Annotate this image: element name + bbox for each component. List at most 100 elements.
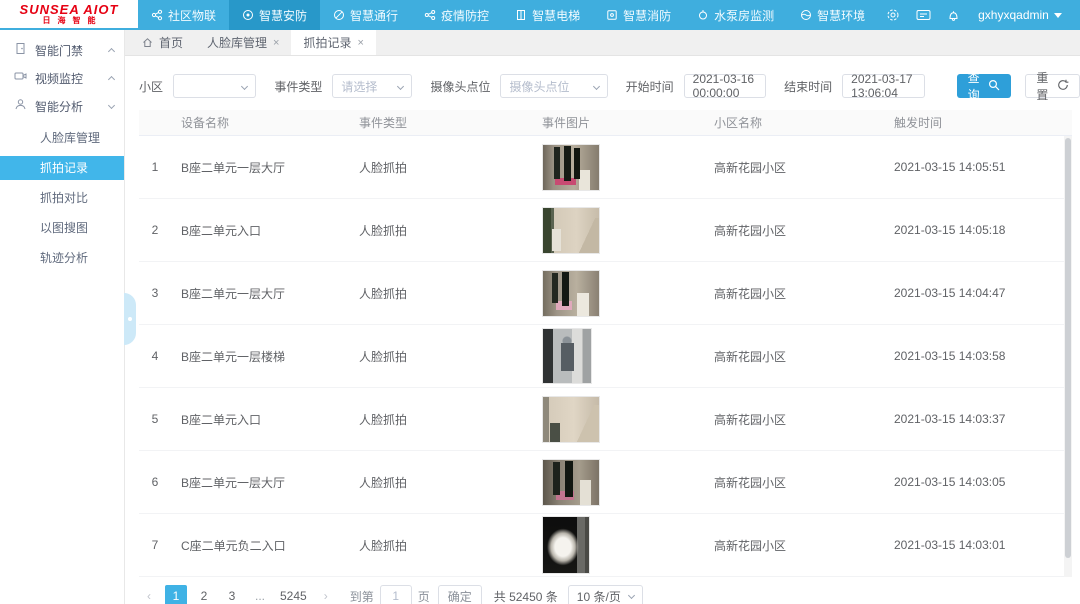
page-button-last[interactable]: 5245 [277,585,310,604]
event-type: 人脸抓拍 [349,388,532,450]
event-type-select[interactable]: 请选择 [332,74,412,98]
community-filter-label: 小区 [139,78,163,95]
content-panel: 小区 事件类型 请选择 摄像头点位 摄像头点位 开 [125,56,1080,604]
table-row[interactable]: 1 B座二单元一层大厅 人脸抓拍 高新花园小区 2021-03-15 14:05… [139,136,1072,199]
nav-item-pump-room[interactable]: 水泵房监测 [684,0,787,30]
scrollbar-thumb[interactable] [1065,138,1071,558]
community-name: 高新花园小区 [704,388,884,450]
next-page-icon[interactable]: › [316,585,336,604]
row-index: 4 [139,325,171,387]
nav-item-environment[interactable]: 智慧环境 [787,0,878,30]
nav-item-access[interactable]: 智慧通行 [320,0,411,30]
goto-page-input[interactable]: 1 [380,585,412,604]
reset-icon [1057,79,1069,94]
event-snapshot-image[interactable] [542,516,590,574]
tab-label: 人脸库管理 [207,34,267,51]
chevron-down-icon [593,83,600,90]
sidebar-item-face-library[interactable]: 人脸库管理 [0,126,124,150]
fullscreen-icon[interactable] [1072,0,1080,30]
event-snapshot-image[interactable] [542,459,600,506]
nav-item-label: 智慧安防 [259,7,307,24]
trigger-time: 2021-03-15 14:03:05 [884,451,1072,513]
event-snapshot-image[interactable] [542,270,600,317]
fire-icon [606,9,618,21]
sidebar-group-label: 智能分析 [35,98,101,115]
settings-gear-icon[interactable] [878,0,908,30]
event-snapshot-image[interactable] [542,328,592,384]
nav-item-security[interactable]: 智慧安防 [229,0,320,30]
sidebar-item-search-by-image[interactable]: 以图搜图 [0,216,124,240]
start-time-input[interactable]: 2021-03-16 00:00:00 [684,74,767,98]
sidebar-group-door-access[interactable]: 智能门禁 [0,36,124,64]
pump-icon [697,9,709,21]
event-snapshot-image[interactable] [542,207,600,254]
table-scrollbar[interactable] [1064,136,1072,577]
nav-item-community-iot[interactable]: 社区物联 [138,0,229,30]
tab-face-library[interactable]: 人脸库管理 × [195,30,291,55]
end-time-input[interactable]: 2021-03-17 13:06:04 [842,74,925,98]
sidebar-group-video-monitor[interactable]: 视频监控 [0,64,124,92]
notification-bell-icon[interactable] [938,0,968,30]
device-name: B座二单元一层大厅 [171,262,349,324]
event-type: 人脸抓拍 [349,262,532,324]
user-menu[interactable]: gxhyxqadmin [968,8,1072,22]
tab-home[interactable]: 首页 [130,30,195,55]
sidebar-group-label: 智能门禁 [35,42,101,59]
event-type: 人脸抓拍 [349,451,532,513]
page-button-1[interactable]: 1 [165,585,187,604]
community-name: 高新花园小区 [704,262,884,324]
page-button-3[interactable]: 3 [221,585,243,604]
sidebar-item-capture-records[interactable]: 抓拍记录 [0,156,124,180]
prev-page-icon[interactable]: ‹ [139,585,159,604]
chevron-down-icon [628,591,635,598]
page-button-2[interactable]: 2 [193,585,215,604]
nav-item-fire[interactable]: 智慧消防 [593,0,684,30]
nav-item-label: 智慧通行 [350,7,398,24]
nav-item-elevator[interactable]: 智慧电梯 [502,0,593,30]
message-card-icon[interactable] [908,0,938,30]
camera-select[interactable]: 摄像头点位 [500,74,607,98]
page-body: 智能门禁 视频监控 智能分析 人脸库管理 抓拍记录 抓拍对比 以图搜图 轨迹分析 [0,30,1080,604]
event-type: 人脸抓拍 [349,325,532,387]
tab-capture-records[interactable]: 抓拍记录 × [291,30,375,55]
nav-item-label: 智慧电梯 [532,7,580,24]
event-snapshot-image[interactable] [542,396,600,443]
goto-confirm-button[interactable]: 确定 [438,585,482,604]
elevator-icon [515,9,527,21]
search-button[interactable]: 查询 [957,74,1012,98]
device-name: C座二单元负二入口 [171,514,349,576]
table-row[interactable]: 6 B座二单元一层大厅 人脸抓拍 高新花园小区 2021-03-15 14:03… [139,451,1072,514]
trigger-time: 2021-03-15 14:04:47 [884,262,1072,324]
device-name: B座二单元入口 [171,388,349,450]
table-row[interactable]: 3 B座二单元一层大厅 人脸抓拍 高新花园小区 2021-03-15 14:04… [139,262,1072,325]
sidebar-group-smart-analysis[interactable]: 智能分析 [0,92,124,120]
chevron-up-icon [108,76,115,83]
event-type: 人脸抓拍 [349,514,532,576]
trigger-time: 2021-03-15 14:05:51 [884,136,1072,198]
event-type: 人脸抓拍 [349,199,532,261]
brand-logo-subtext: 日海智能 [43,16,103,26]
reset-button[interactable]: 重置 [1025,74,1080,98]
row-index: 1 [139,136,171,198]
table-row[interactable]: 5 B座二单元入口 人脸抓拍 高新花园小区 2021-03-15 14:03:3… [139,388,1072,451]
table-row[interactable]: 4 B座二单元一层楼梯 人脸抓拍 高新花园小区 2021-03-15 14:03… [139,325,1072,388]
sidebar-item-capture-compare[interactable]: 抓拍对比 [0,186,124,210]
column-header-image: 事件图片 [532,110,704,135]
close-icon[interactable]: × [273,37,279,49]
community-select[interactable] [173,74,256,98]
event-snapshot-image[interactable] [542,144,600,191]
row-index: 7 [139,514,171,576]
handle-dot [128,317,132,321]
table-row[interactable]: 7 C座二单元负二入口 人脸抓拍 高新花园小区 2021-03-15 14:03… [139,514,1072,577]
sidebar-item-trajectory-analysis[interactable]: 轨迹分析 [0,246,124,270]
table-row[interactable]: 2 B座二单元入口 人脸抓拍 高新花园小区 2021-03-15 14:05:1… [139,199,1072,262]
nav-item-epidemic[interactable]: 疫情防控 [411,0,502,30]
close-icon[interactable]: × [357,37,363,49]
sidebar-collapse-handle[interactable] [124,293,136,345]
sidebar-submenu: 人脸库管理 抓拍记录 抓拍对比 以图搜图 轨迹分析 [0,126,124,270]
column-header-time: 触发时间 [884,110,1072,135]
page-size-select[interactable]: 10 条/页 [568,585,643,604]
nav-item-label: 水泵房监测 [714,7,774,24]
search-button-label: 查询 [968,69,984,103]
goto-page-label: 到第 [350,588,374,604]
